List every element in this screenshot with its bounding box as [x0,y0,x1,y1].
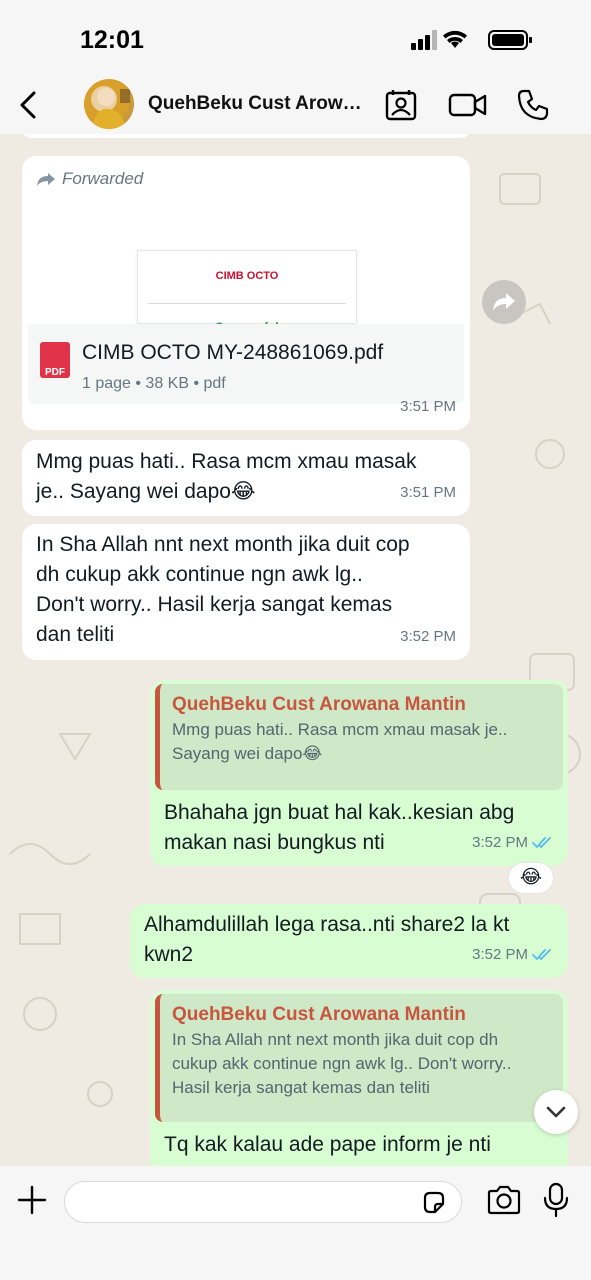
message-input[interactable] [64,1181,462,1223]
message-bubble-partial[interactable]: 3:50 PM [22,134,470,138]
forwarded-indicator: Forwarded [36,164,143,194]
pdf-file-icon: PDF [40,342,70,378]
forwarded-document-message[interactable]: Forwarded CIMB OCTO Successful PDF CIMB … [22,156,470,430]
outgoing-message[interactable]: QuehBeku Cust Arowana Mantin In Sha Alla… [150,990,568,1166]
read-receipt-icon [532,949,551,961]
outgoing-message[interactable]: Alhamdulillah lega rasa..nti share2 la k… [130,904,568,978]
camera-button[interactable] [486,1184,522,1216]
phone-icon [517,89,549,121]
message-text: Tq kak kalau ade pape inform je nti [164,1133,491,1156]
preview-brand: CIMB OCTO [215,270,279,282]
document-file-name: CIMB OCTO MY-248861069.pdf [82,341,384,364]
sticker-button[interactable] [421,1190,447,1216]
message-composer [0,1166,591,1280]
chat-title[interactable]: QuehBeku Cust Arowa... [148,93,368,115]
document-file-meta: 1 page • 38 KB • pdf [82,375,226,392]
read-receipt-icon [532,837,551,849]
chevron-left-icon [20,91,36,119]
back-button[interactable] [14,88,44,122]
chat-area[interactable]: 3:50 PM Forwarded CIMB OCTO Successful P… [0,134,591,1166]
outgoing-message[interactable]: QuehBeku Cust Arowana Mantin Mmg puas ha… [150,680,568,866]
voice-call-button[interactable] [516,88,550,122]
status-icons [411,28,541,52]
microphone-icon [543,1182,569,1218]
video-call-button[interactable] [448,88,488,122]
incoming-message[interactable]: Mmg puas hati.. Rasa mcm xmau masak je..… [22,440,470,516]
pdf-badge-text: PDF [45,367,65,378]
message-text: Mmg puas hati.. Rasa mcm xmau masak je..… [36,450,417,503]
quoted-text: In Sha Allah nnt next month jika duit co… [172,1030,512,1097]
scroll-to-bottom-button[interactable] [534,1090,578,1134]
quoted-author: QuehBeku Cust Arowana Mantin [172,694,466,715]
contact-card-button[interactable] [384,88,418,122]
status-bar: 12:01 [0,0,591,76]
message-time: 3:52 PM [472,828,554,858]
quoted-message[interactable]: QuehBeku Cust Arowana Mantin In Sha Alla… [155,994,563,1122]
signal-icon [411,30,437,50]
sticker-icon [423,1191,445,1214]
plus-icon [17,1185,47,1215]
message-text: In Sha Allah nnt next month jika duit co… [36,533,410,646]
status-time: 12:01 [80,26,144,54]
reaction-badge[interactable]: 😂 [508,862,554,894]
pdf-preview[interactable]: CIMB OCTO Successful [137,250,357,334]
forward-arrow-icon [493,293,515,311]
voice-message-button[interactable] [542,1182,570,1218]
contact-card-icon [385,90,417,121]
avatar[interactable] [84,79,134,129]
chat-header: QuehBeku Cust Arowa... [0,76,591,134]
forwarded-label: Forwarded [62,169,144,188]
camera-icon [487,1185,521,1215]
document-info[interactable]: PDF CIMB OCTO MY-248861069.pdf 1 page • … [28,324,464,404]
message-time: 3:52 PM [400,628,456,645]
incoming-message[interactable]: In Sha Allah nnt next month jika duit co… [22,524,470,660]
chevron-down-icon [546,1106,566,1118]
quoted-text: Mmg puas hati.. Rasa mcm xmau masak je..… [172,720,508,763]
wifi-icon [443,30,467,48]
message-time: 3:51 PM [400,398,456,415]
quoted-message[interactable]: QuehBeku Cust Arowana Mantin Mmg puas ha… [155,684,563,790]
message-text: Bhahaha jgn buat hal kak..kesian abg mak… [164,801,515,854]
message-time: 3:50 PM [390,134,446,143]
quoted-author: QuehBeku Cust Arowana Mantin [172,1004,466,1025]
message-time: 3:52 PM [472,940,554,970]
forward-button[interactable] [482,280,526,324]
video-camera-icon [448,93,487,117]
battery-icon [488,30,532,50]
attach-button[interactable] [16,1184,48,1216]
message-text: Alhamdulillah lega rasa..nti share2 la k… [144,913,510,966]
message-time: 3:51 PM [400,484,456,501]
forwarded-arrow-icon [37,173,55,186]
